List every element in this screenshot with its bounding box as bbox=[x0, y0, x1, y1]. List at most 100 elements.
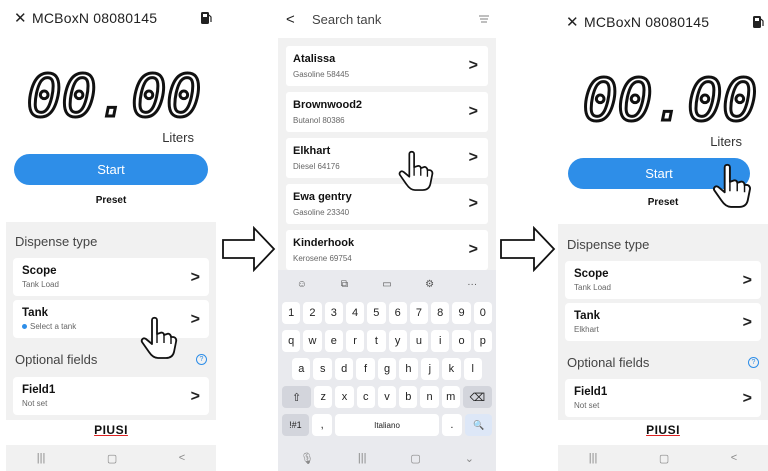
key-c[interactable]: c bbox=[356, 386, 375, 408]
recents-icon[interactable]: ||| bbox=[358, 452, 367, 464]
tank-value: Select a tank bbox=[22, 322, 76, 331]
key-y[interactable]: y bbox=[388, 330, 407, 352]
fuel-pump-icon[interactable] bbox=[752, 15, 764, 29]
symbols-key[interactable]: !#1 bbox=[282, 414, 309, 436]
key-w[interactable]: w bbox=[303, 330, 322, 352]
key-g[interactable]: g bbox=[377, 358, 397, 380]
key-k[interactable]: k bbox=[442, 358, 461, 380]
chevron-right-icon: > bbox=[468, 195, 478, 212]
system-navbar: ||| ▢ < bbox=[558, 445, 768, 471]
scope-row[interactable]: Scope Tank Load > bbox=[13, 258, 209, 296]
key-5[interactable]: 5 bbox=[367, 302, 386, 324]
key-o[interactable]: o bbox=[452, 330, 471, 352]
key-3[interactable]: 3 bbox=[324, 302, 343, 324]
key-4[interactable]: 4 bbox=[345, 302, 365, 324]
settings-icon[interactable]: ⚙ bbox=[410, 276, 450, 294]
key-e[interactable]: e bbox=[324, 330, 343, 352]
header: ✕ MCBoxN 08080145 bbox=[566, 12, 764, 32]
clipboard-icon[interactable]: ▭ bbox=[367, 276, 407, 294]
search-input[interactable]: Search tank bbox=[312, 12, 381, 27]
brand-logo: PIUSI bbox=[558, 420, 768, 445]
emoji-icon[interactable]: ☺ bbox=[282, 276, 322, 294]
key-x[interactable]: x bbox=[335, 386, 354, 408]
tap-hand-icon bbox=[713, 163, 751, 208]
tap-hand-icon bbox=[140, 316, 178, 359]
recents-icon[interactable]: ||| bbox=[37, 452, 46, 464]
key-p[interactable]: p bbox=[473, 330, 492, 352]
close-icon[interactable]: ✕ bbox=[14, 9, 32, 27]
key-0[interactable]: 0 bbox=[473, 302, 492, 324]
key-i[interactable]: i bbox=[431, 330, 450, 352]
help-icon[interactable]: ? bbox=[748, 357, 759, 368]
key-8[interactable]: 8 bbox=[431, 302, 450, 324]
field1-value: Not set bbox=[574, 401, 600, 410]
more-icon[interactable]: ··· bbox=[452, 276, 492, 294]
help-icon[interactable]: ? bbox=[196, 354, 207, 365]
tank-item[interactable]: Kinderhook Kerosene 69754 > bbox=[286, 230, 488, 270]
space-key[interactable]: Italiano bbox=[335, 414, 439, 436]
back-arrow-icon[interactable]: < bbox=[286, 11, 312, 28]
recents-icon[interactable]: ||| bbox=[589, 452, 598, 464]
chevron-right-icon: > bbox=[190, 269, 200, 286]
key-m[interactable]: m bbox=[441, 386, 460, 408]
sticker-icon[interactable]: ⧉ bbox=[325, 276, 365, 294]
reading-digits: 00.00 bbox=[27, 64, 202, 124]
shift-key[interactable]: ⇧ bbox=[282, 386, 312, 408]
home-icon[interactable]: ▢ bbox=[410, 452, 420, 465]
optional-fields-heading: Optional fields bbox=[567, 355, 650, 370]
home-icon[interactable]: ▢ bbox=[107, 452, 117, 465]
tank-item[interactable]: Brownwood2 Butanol 80386 > bbox=[286, 92, 488, 132]
preset-button[interactable]: Preset bbox=[6, 195, 216, 206]
key-7[interactable]: 7 bbox=[409, 302, 429, 324]
comma-key[interactable]: , bbox=[311, 414, 333, 436]
key-z[interactable]: z bbox=[314, 386, 333, 408]
period-key[interactable]: . bbox=[441, 414, 463, 436]
scope-row[interactable]: Scope Tank Load > bbox=[565, 261, 761, 299]
key-b[interactable]: b bbox=[399, 386, 418, 408]
hide-keyboard-icon[interactable]: ⌄ bbox=[465, 452, 474, 465]
tank-row[interactable]: Tank Elkhart > bbox=[565, 303, 761, 341]
field1-row[interactable]: Field1 Not set > bbox=[565, 379, 761, 417]
tank-name: Elkhart bbox=[293, 145, 331, 157]
key-l[interactable]: l bbox=[463, 358, 482, 380]
close-icon[interactable]: ✕ bbox=[566, 13, 584, 31]
device-title: MCBoxN 08080145 bbox=[584, 14, 710, 30]
key-a[interactable]: a bbox=[292, 358, 311, 380]
back-icon[interactable]: < bbox=[179, 452, 185, 464]
device-title: MCBoxN 08080145 bbox=[32, 10, 158, 26]
tank-item[interactable]: Elkhart Diesel 64176 > bbox=[286, 138, 488, 178]
chevron-right-icon: > bbox=[468, 103, 478, 120]
backspace-key[interactable]: ⌫ bbox=[462, 386, 492, 408]
key-t[interactable]: t bbox=[367, 330, 386, 352]
key-r[interactable]: r bbox=[345, 330, 365, 352]
fuel-pump-icon[interactable] bbox=[200, 11, 212, 25]
key-d[interactable]: d bbox=[334, 358, 354, 380]
key-n[interactable]: n bbox=[420, 386, 439, 408]
key-q[interactable]: q bbox=[282, 330, 301, 352]
keyboard-row-numbers: 1234567890 bbox=[282, 302, 492, 324]
tank-item[interactable]: Ewa gentry Gasoline 23340 > bbox=[286, 184, 488, 224]
filter-icon[interactable] bbox=[478, 15, 490, 23]
field1-row[interactable]: Field1 Not set > bbox=[13, 377, 209, 415]
key-2[interactable]: 2 bbox=[303, 302, 322, 324]
key-s[interactable]: s bbox=[313, 358, 332, 380]
volume-reading: 00.00 bbox=[25, 64, 203, 124]
key-h[interactable]: h bbox=[399, 358, 418, 380]
tank-item[interactable]: Atalissa Gasoline 58445 > bbox=[286, 46, 488, 86]
tank-name: Brownwood2 bbox=[293, 99, 363, 111]
tank-name: Ewa gentry bbox=[293, 191, 352, 203]
field1-title: Field1 bbox=[574, 386, 608, 398]
key-6[interactable]: 6 bbox=[388, 302, 407, 324]
start-button[interactable]: Start bbox=[14, 154, 208, 185]
key-9[interactable]: 9 bbox=[452, 302, 471, 324]
mic-icon[interactable]: 🎙 bbox=[300, 452, 314, 465]
key-v[interactable]: v bbox=[377, 386, 397, 408]
key-u[interactable]: u bbox=[409, 330, 429, 352]
home-icon[interactable]: ▢ bbox=[659, 452, 669, 465]
back-icon[interactable]: < bbox=[731, 452, 737, 464]
key-f[interactable]: f bbox=[356, 358, 375, 380]
search-key[interactable]: 🔍 bbox=[465, 414, 492, 436]
chevron-right-icon: > bbox=[742, 390, 752, 407]
key-1[interactable]: 1 bbox=[282, 302, 301, 324]
key-j[interactable]: j bbox=[420, 358, 440, 380]
